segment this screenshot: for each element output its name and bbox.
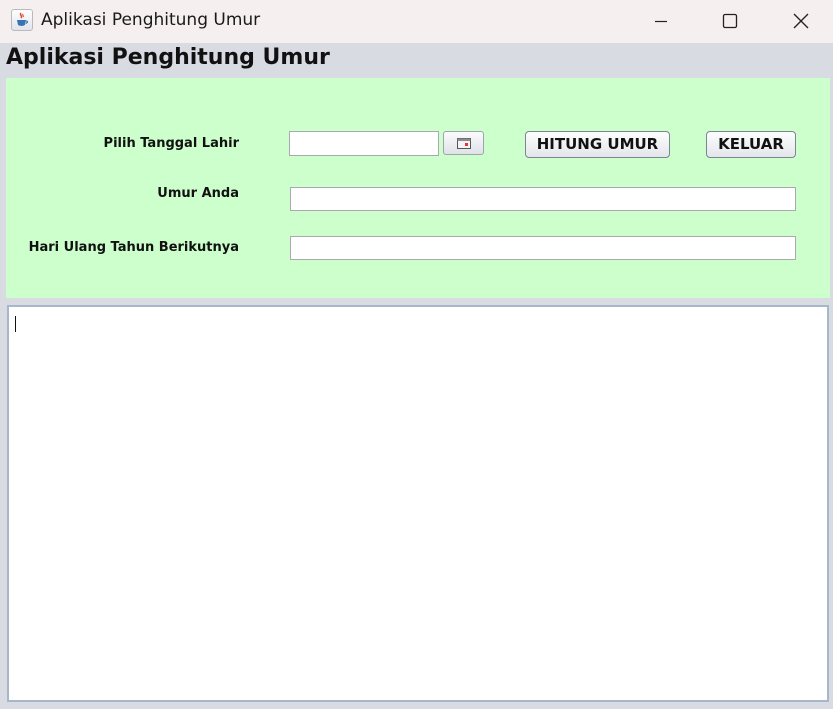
java-coffee-cup-icon (11, 9, 33, 31)
close-button[interactable] (778, 0, 824, 43)
window-title: Aplikasi Penghitung Umur (41, 10, 261, 30)
window-titlebar: Aplikasi Penghitung Umur (0, 0, 833, 43)
maximize-icon (722, 13, 738, 29)
birthdate-field[interactable] (289, 131, 439, 156)
output-text-area[interactable] (7, 305, 829, 702)
minimize-icon (655, 20, 667, 23)
age-label: Umur Anda (157, 186, 239, 201)
input-form-panel: Pilih Tanggal Lahir HITUNG UMUR KELUAR U… (6, 78, 830, 298)
next-birthday-field[interactable] (290, 236, 796, 260)
age-field[interactable] (290, 187, 796, 211)
maximize-button[interactable] (707, 0, 753, 43)
page-title: Aplikasi Penghitung Umur (6, 45, 330, 70)
calendar-icon (457, 138, 471, 149)
minimize-button[interactable] (638, 0, 684, 43)
text-cursor (15, 316, 16, 332)
exit-button[interactable]: KELUAR (706, 131, 796, 158)
next-birthday-label: Hari Ulang Tahun Berikutnya (28, 240, 239, 255)
calculate-age-button[interactable]: HITUNG UMUR (525, 131, 670, 158)
birthdate-label: Pilih Tanggal Lahir (103, 136, 239, 151)
close-icon (793, 13, 809, 29)
calendar-button[interactable] (443, 131, 484, 155)
